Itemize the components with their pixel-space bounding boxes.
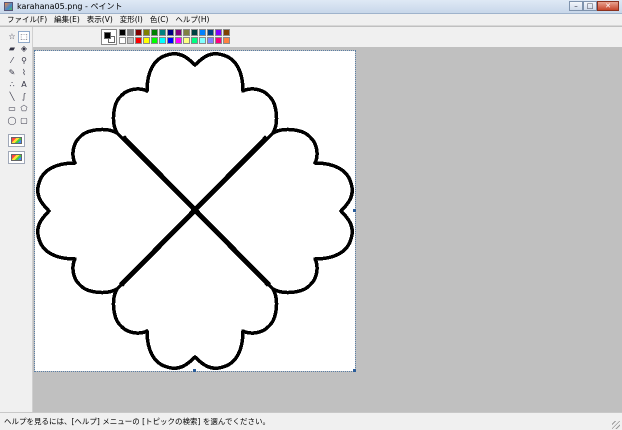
color-swatch[interactable] — [215, 37, 222, 44]
color-swatch[interactable] — [151, 29, 158, 36]
current-colors[interactable] — [101, 29, 117, 45]
resize-handle-corner[interactable] — [353, 369, 356, 372]
color-palette — [101, 29, 231, 46]
menu-bar: ファイル(F) 編集(E) 表示(V) 変形(I) 色(C) ヘルプ(H) — [0, 14, 622, 26]
title-bar: karahana05.png - ペイント – □ ✕ — [0, 0, 622, 14]
ellipse-tool-icon[interactable]: ◯ — [6, 115, 18, 127]
free-select-tool-icon[interactable]: ☆ — [6, 31, 18, 43]
window-title: karahana05.png - ペイント — [17, 2, 123, 11]
menu-view[interactable]: 表示(V) — [84, 15, 116, 25]
color-swatch[interactable] — [143, 29, 150, 36]
tool-grid: ☆ ⬚ ▰ ◈ ⁄ ⚲ ✎ ⌇ ∴ A ╲ ∫ ▭ ⬠ ◯ ▢ — [6, 31, 30, 127]
menu-file[interactable]: ファイル(F) — [4, 15, 50, 25]
color-swatch[interactable] — [199, 29, 206, 36]
resize-handle-bottom[interactable] — [193, 369, 196, 372]
color-swatch[interactable] — [167, 37, 174, 44]
color-swatch[interactable] — [127, 29, 134, 36]
menu-edit[interactable]: 編集(E) — [51, 15, 83, 25]
maximize-button[interactable]: □ — [583, 1, 597, 11]
color-swatch[interactable] — [175, 29, 182, 36]
text-tool-icon[interactable]: A — [18, 79, 30, 91]
fill-tool-icon[interactable]: ◈ — [18, 43, 30, 55]
color-swatch[interactable] — [143, 37, 150, 44]
color-swatch[interactable] — [159, 29, 166, 36]
color-swatch[interactable] — [191, 29, 198, 36]
color-swatch[interactable] — [223, 37, 230, 44]
color-swatch[interactable] — [167, 29, 174, 36]
menu-image[interactable]: 変形(I) — [117, 15, 146, 25]
transparent-option-icon — [11, 137, 22, 144]
close-button[interactable]: ✕ — [597, 1, 619, 11]
color-swatch[interactable] — [119, 37, 126, 44]
line-tool-icon[interactable]: ╲ — [6, 91, 18, 103]
palette-bar — [0, 27, 622, 47]
color-swatch[interactable] — [199, 37, 206, 44]
brush-tool-icon[interactable]: ⌇ — [18, 67, 30, 79]
color-swatch[interactable] — [135, 29, 142, 36]
workspace — [33, 47, 622, 412]
menu-help[interactable]: ヘルプ(H) — [172, 15, 212, 25]
rectangle-tool-icon[interactable]: ▭ — [6, 103, 18, 115]
opaque-option-icon — [11, 154, 22, 161]
color-swatch[interactable] — [207, 37, 214, 44]
color-swatch[interactable] — [183, 29, 190, 36]
paint-app-icon[interactable] — [4, 2, 13, 11]
pick-color-tool-icon[interactable]: ⁄ — [6, 55, 18, 67]
airbrush-tool-icon[interactable]: ∴ — [6, 79, 18, 91]
resize-handle-right[interactable] — [353, 209, 356, 212]
window-controls: – □ ✕ — [569, 1, 619, 11]
pencil-tool-icon[interactable]: ✎ — [6, 67, 18, 79]
rounded-rectangle-tool-icon[interactable]: ▢ — [18, 115, 30, 127]
select-tool-icon[interactable]: ⬚ — [18, 31, 30, 43]
swatch-grid — [119, 29, 231, 46]
clover-drawing — [36, 52, 354, 370]
color-swatch[interactable] — [135, 37, 142, 44]
color-swatch[interactable] — [183, 37, 190, 44]
color-swatch[interactable] — [151, 37, 158, 44]
status-message: ヘルプを見るには、[ヘルプ] メニューの [トピックの検索] を選んでください。 — [4, 417, 270, 426]
color-swatch[interactable] — [127, 37, 134, 44]
eraser-tool-icon[interactable]: ▰ — [6, 43, 18, 55]
tool-option-box[interactable] — [8, 134, 25, 147]
status-bar: ヘルプを見るには、[ヘルプ] メニューの [トピックの検索] を選んでください。 — [0, 412, 622, 430]
tool-option-box-2[interactable] — [8, 151, 25, 164]
color-swatch[interactable] — [223, 29, 230, 36]
drawing-canvas[interactable] — [34, 50, 356, 372]
resize-grip-icon[interactable] — [612, 421, 620, 429]
toolbox: ☆ ⬚ ▰ ◈ ⁄ ⚲ ✎ ⌇ ∴ A ╲ ∫ ▭ ⬠ ◯ ▢ — [0, 27, 33, 412]
foreground-color-icon — [104, 32, 111, 39]
color-swatch[interactable] — [207, 29, 214, 36]
color-swatch[interactable] — [215, 29, 222, 36]
menu-colors[interactable]: 色(C) — [147, 15, 172, 25]
curve-tool-icon[interactable]: ∫ — [18, 91, 30, 103]
color-swatch[interactable] — [175, 37, 182, 44]
color-swatch[interactable] — [119, 29, 126, 36]
polygon-tool-icon[interactable]: ⬠ — [18, 103, 30, 115]
color-swatch[interactable] — [191, 37, 198, 44]
magnifier-tool-icon[interactable]: ⚲ — [18, 55, 30, 67]
minimize-button[interactable]: – — [569, 1, 583, 11]
color-swatch[interactable] — [159, 37, 166, 44]
